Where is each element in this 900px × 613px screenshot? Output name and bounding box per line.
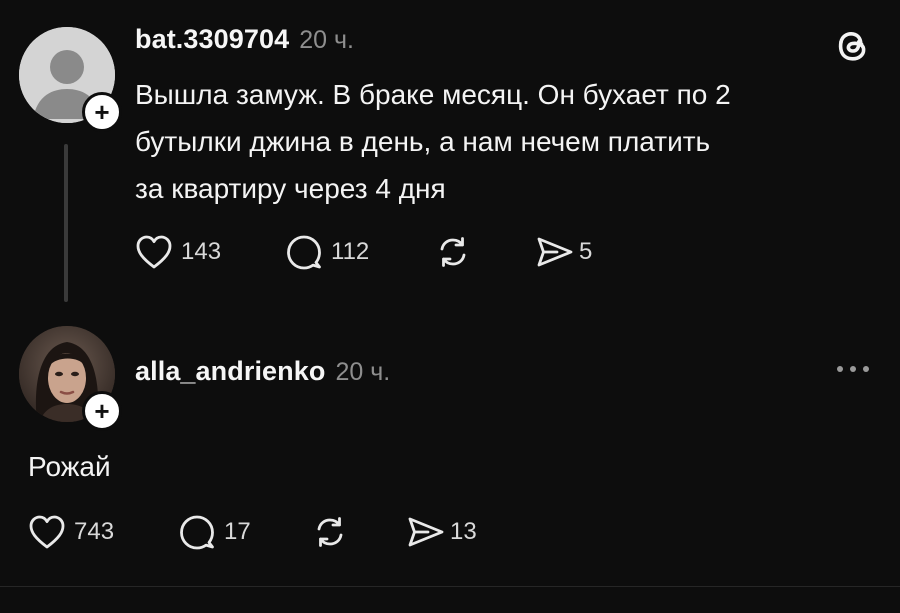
like-count: 743 [74, 518, 115, 545]
reply-time: 20 ч. [335, 358, 391, 386]
plus-icon: + [94, 396, 110, 426]
send-icon [408, 517, 444, 547]
reply-button[interactable]: 112 [285, 233, 435, 271]
comment-icon [180, 515, 214, 550]
like-button[interactable]: 143 [135, 234, 285, 270]
follow-button[interactable]: + [82, 391, 122, 431]
reply-username[interactable]: alla_andrienko [135, 356, 325, 387]
follow-button[interactable]: + [82, 92, 122, 132]
post-username[interactable]: bat.3309704 [135, 24, 289, 55]
share-count: 13 [450, 518, 477, 545]
plus-icon: + [94, 97, 110, 127]
reply-count: 112 [331, 238, 370, 265]
share-button[interactable]: 13 [406, 515, 477, 549]
post-text-line: бутылки джина в день, а нам нечем платит… [135, 126, 711, 157]
post-actions: 143 112 5 [135, 233, 592, 271]
reply-actions: 743 17 13 [28, 513, 477, 551]
heart-icon [29, 515, 65, 549]
comment-icon [287, 235, 321, 270]
share-button[interactable]: 5 [535, 235, 592, 269]
repost-button[interactable] [435, 234, 535, 270]
reply-count: 17 [224, 518, 251, 545]
repost-icon [440, 237, 466, 267]
reply-text: Рожай [28, 451, 111, 482]
like-count: 143 [181, 238, 222, 265]
reply-header: alla_andrienko 20 ч. [135, 356, 390, 387]
post-text: Вышла замуж. В браке месяц. Он бухает по… [135, 71, 875, 212]
send-icon [537, 237, 573, 267]
thread-line [64, 144, 68, 302]
post-text-line: за квартиру через 4 дня [135, 173, 446, 204]
repost-button[interactable] [312, 514, 406, 550]
divider [0, 586, 900, 587]
more-icon[interactable] [834, 362, 874, 381]
post-header: bat.3309704 20 ч. [135, 24, 354, 55]
post-time: 20 ч. [299, 26, 354, 54]
reply-button[interactable]: 17 [178, 513, 312, 551]
repost-icon [317, 517, 343, 547]
threads-logo-icon[interactable] [833, 26, 873, 71]
heart-icon [136, 235, 172, 269]
like-button[interactable]: 743 [28, 514, 178, 550]
share-count: 5 [579, 238, 593, 265]
post-text-line: Вышла замуж. В браке месяц. Он бухает по… [135, 79, 731, 110]
